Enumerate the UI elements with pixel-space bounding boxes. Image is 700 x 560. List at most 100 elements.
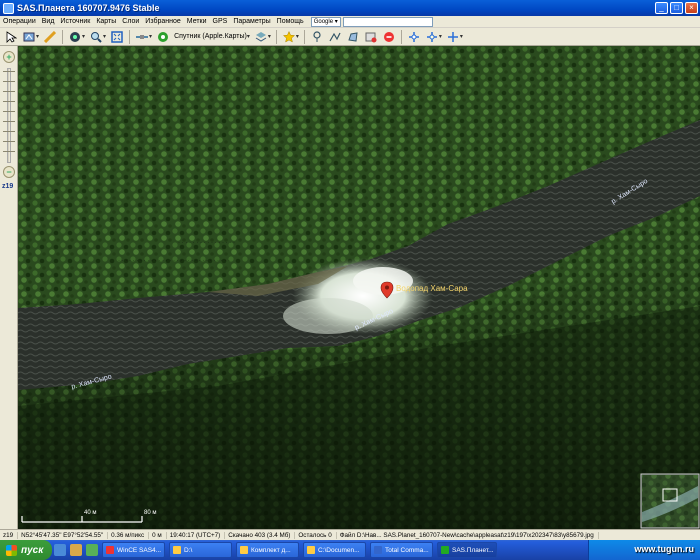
- delete-marks-icon[interactable]: [382, 30, 396, 44]
- app-icon: [441, 546, 449, 554]
- toolbar-separator: [62, 29, 64, 44]
- menu-view[interactable]: Вид: [39, 18, 58, 25]
- placemark-label: Водопад Хам-Сара: [396, 284, 468, 293]
- chevron-down-icon[interactable]: ▾: [149, 33, 152, 40]
- zoom-tick: [3, 101, 15, 102]
- start-label: пуск: [21, 544, 44, 556]
- toolbar-separator: [129, 29, 131, 44]
- status-bar: z19 N52°45'47.35" E97°52'54.55" 0.36 м/п…: [0, 529, 700, 540]
- menu-source[interactable]: Источник: [57, 18, 93, 25]
- map-view[interactable]: · · · · · · · · · · · · · · · · · · · · …: [18, 46, 700, 529]
- watermark: www.tugun.ru: [634, 544, 694, 554]
- zoom-tick: [3, 111, 15, 112]
- close-button[interactable]: ×: [685, 2, 698, 14]
- zoom-out-icon[interactable]: −: [3, 166, 15, 178]
- taskbar-item-label: Total Comma...: [385, 546, 429, 554]
- star-icon[interactable]: [282, 30, 296, 44]
- ruler-icon[interactable]: [43, 30, 57, 44]
- taskbar-item[interactable]: Total Comma...: [370, 542, 433, 558]
- taskbar-item-label: C:\Documen...: [318, 546, 360, 554]
- taskbar-item-active[interactable]: SAS.Планет...: [437, 542, 497, 558]
- gps-follow-icon[interactable]: [446, 30, 460, 44]
- chevron-down-icon[interactable]: ▾: [103, 33, 106, 40]
- maximize-button[interactable]: □: [670, 2, 683, 14]
- search-engine-select[interactable]: Google ▾: [310, 16, 341, 27]
- chevron-down-icon[interactable]: ▾: [439, 33, 442, 40]
- mini-map[interactable]: [640, 473, 700, 529]
- zoom-in-icon[interactable]: +: [3, 51, 15, 63]
- status-zoom: z19: [0, 531, 19, 539]
- taskbar-item-label: D:\: [184, 546, 193, 554]
- folder-icon: [307, 546, 315, 554]
- zoom-tick: [3, 131, 15, 132]
- status-altitude: 0 м: [149, 531, 167, 539]
- zoom-level-label: z19: [2, 183, 14, 190]
- taskbar-item[interactable]: C:\Documen...: [303, 542, 366, 558]
- menu-marks[interactable]: Метки: [184, 18, 210, 25]
- windows-logo-icon: [6, 544, 17, 556]
- search-input[interactable]: [342, 16, 433, 27]
- chevron-down-icon[interactable]: ▾: [82, 33, 85, 40]
- quick-launch-icon[interactable]: [70, 544, 82, 556]
- zoom-tick: [3, 81, 15, 82]
- folder-icon: [240, 546, 248, 554]
- taskbar-item-label: Комплект д...: [251, 546, 291, 554]
- layers-icon[interactable]: [254, 30, 268, 44]
- cursor-icon[interactable]: [4, 30, 18, 44]
- map-type-label[interactable]: Спутник (Apple.Карты): [174, 33, 247, 40]
- add-point-icon[interactable]: [310, 30, 324, 44]
- add-path-icon[interactable]: [328, 30, 342, 44]
- menu-bar: Операции Вид Источник Карты Слои Избранн…: [0, 16, 700, 28]
- title-bar: SAS.Планета 160707.9476 Stable _ □ ×: [0, 0, 700, 16]
- zoom-tick: [3, 121, 15, 122]
- move-map-icon[interactable]: [22, 30, 36, 44]
- minimize-button[interactable]: _: [655, 2, 668, 14]
- menu-gps[interactable]: GPS: [210, 18, 231, 25]
- toolbar-separator: [400, 29, 402, 44]
- taskbar-item-label: WinCE SAS4...: [117, 546, 162, 554]
- search-box: Google ▾: [310, 16, 433, 27]
- taskbar-item[interactable]: Комплект д...: [236, 542, 299, 558]
- zoom-tick: [3, 91, 15, 92]
- app-icon: [3, 2, 14, 14]
- taskbar-item[interactable]: D:\: [169, 542, 232, 558]
- status-resolution: 0.36 м/пикс: [108, 531, 150, 539]
- globe-icon[interactable]: [68, 30, 82, 44]
- satellite-icon[interactable]: [135, 30, 149, 44]
- faint-map-label: · · · · · · · · · · · · · · · ·: [178, 240, 235, 246]
- menu-favorites[interactable]: Избранное: [142, 18, 183, 25]
- start-button[interactable]: пуск: [0, 540, 52, 560]
- taskbar-item[interactable]: WinCE SAS4...: [102, 542, 165, 558]
- gps-track-icon[interactable]: [425, 30, 439, 44]
- quick-launch-icon[interactable]: [86, 544, 98, 556]
- taskbar: пуск WinCE SAS4... D:\ Комплект д... C:\…: [0, 540, 700, 560]
- folder-icon: [173, 546, 181, 554]
- menu-maps[interactable]: Карты: [93, 18, 119, 25]
- search-engine-label: Google: [313, 18, 334, 25]
- chevron-down-icon[interactable]: ▾: [296, 33, 299, 40]
- menu-settings[interactable]: Параметры: [230, 18, 273, 25]
- menu-operations[interactable]: Операции: [0, 18, 39, 25]
- chevron-down-icon[interactable]: ▾: [36, 33, 39, 40]
- zoom-icon[interactable]: [89, 30, 103, 44]
- app-icon: [106, 546, 114, 554]
- status-time: 19:40:17 (UTC+7): [167, 531, 226, 539]
- fullscreen-icon[interactable]: [110, 30, 124, 44]
- menu-layers[interactable]: Слои: [119, 18, 142, 25]
- zoom-tick: [3, 151, 15, 152]
- toolbar-separator: [275, 29, 277, 44]
- chevron-down-icon[interactable]: ▾: [460, 33, 463, 40]
- toolbar: ▾ ▾ ▾ ▾ Спутник (Apple.Карты) ▾ ▾ ▾ ▾ ▾: [0, 28, 700, 46]
- gps-icon[interactable]: [407, 30, 421, 44]
- zoom-tick: [3, 71, 15, 72]
- zoom-slider[interactable]: [7, 68, 11, 163]
- map-source-icon[interactable]: [156, 30, 170, 44]
- add-polygon-icon[interactable]: [346, 30, 360, 44]
- menu-help[interactable]: Помощь: [274, 18, 307, 25]
- chevron-down-icon[interactable]: ▾: [247, 33, 250, 40]
- zoom-panel: + − z19: [0, 46, 18, 529]
- chevron-down-icon[interactable]: ▾: [268, 33, 271, 40]
- quick-launch-icon[interactable]: [54, 544, 66, 556]
- status-downloaded: Скачано 403 (3.4 Мб): [225, 531, 296, 539]
- marks-icon[interactable]: [364, 30, 378, 44]
